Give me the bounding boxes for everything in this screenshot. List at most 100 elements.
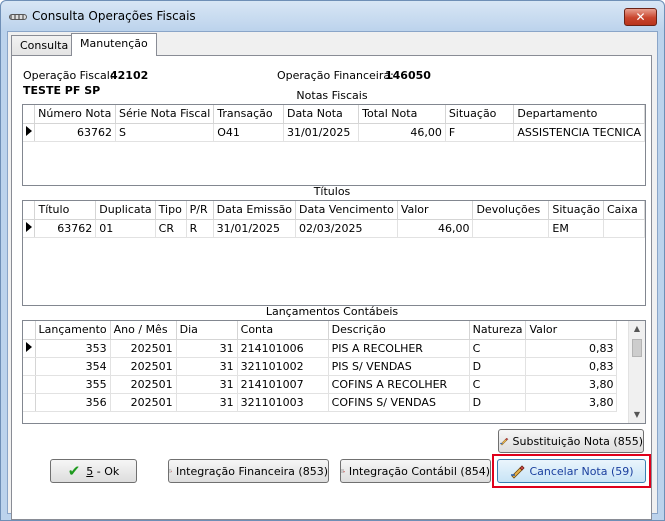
document-arrow-icon [341, 469, 345, 473]
column-header[interactable]: Data Emissão [213, 201, 297, 220]
current-row-arrow-icon [26, 221, 32, 232]
table-cell: 214101007 [237, 375, 329, 394]
app-icon [9, 14, 27, 20]
column-header[interactable]: Conta [237, 321, 329, 340]
column-header[interactable]: Descrição [328, 321, 470, 340]
table-cell: 3,80 [525, 393, 618, 412]
table-cell: C [469, 339, 527, 358]
title-bar[interactable]: Consulta Operações Fiscais ✕ [1, 1, 664, 31]
table-cell: 0,83 [525, 357, 618, 376]
table-cell: 214101006 [237, 339, 329, 358]
table-cell: D [469, 393, 527, 412]
current-row-arrow-icon [26, 341, 32, 352]
table-header-row: Título Duplicata Tipo P/R Data Emissão D… [23, 201, 646, 220]
column-header[interactable]: Valor [397, 201, 474, 220]
column-header[interactable]: P/R [186, 201, 214, 220]
table-row[interactable]: 353 202501 31 214101006 PIS A RECOLHER C… [23, 339, 618, 358]
table-cell: 202501 [110, 339, 177, 358]
table-cell: 31 [176, 393, 238, 412]
notas-fiscais-grid[interactable]: Número Nota Série Nota Fiscal Transação … [22, 104, 646, 186]
ok-button-label: 5 - Ok [86, 464, 120, 478]
tab-manutencao[interactable]: Manutenção [71, 33, 157, 56]
op-fiscal-value: 42102 [110, 69, 149, 82]
table-row[interactable]: 63762 01 CR R 31/01/2025 02/03/2025 46,0… [23, 219, 646, 238]
table-cell: 01 [95, 219, 156, 238]
column-header[interactable]: Situação [548, 201, 604, 220]
table-cell: 63762 [34, 219, 97, 238]
row-indicator [23, 123, 36, 142]
substituicao-nota-label: Substituição Nota (855) [512, 434, 643, 448]
column-header[interactable]: Natureza [469, 321, 527, 340]
table-cell: COFINS S/ VENDAS [328, 393, 470, 412]
table-row[interactable]: 354 202501 31 321101002 PIS S/ VENDAS D … [23, 357, 618, 376]
table-cell: EM [548, 219, 604, 238]
ok-button[interactable]: ✔ 5 - Ok [50, 459, 137, 483]
table-cell: PIS S/ VENDAS [328, 357, 470, 376]
column-header[interactable]: Dia [176, 321, 238, 340]
table-cell: 354 [35, 357, 111, 376]
edit-pencil-icon [500, 437, 509, 446]
table-cell: D [469, 357, 527, 376]
cancelar-nota-label: Cancelar Nota (59) [529, 464, 634, 478]
titulos-title: Títulos [313, 185, 351, 198]
op-financeira-value: 146050 [385, 69, 431, 82]
table-row[interactable]: 63762 S O41 31/01/2025 46,00 F ASSISTENC… [23, 123, 645, 142]
table-cell: R [186, 219, 214, 238]
notas-fiscais-title: Notas Fiscais [296, 89, 368, 102]
integracao-financeira-button[interactable]: Integração Financeira (853) [168, 459, 329, 483]
table-cell: 321101003 [237, 393, 329, 412]
table-cell: 202501 [110, 375, 177, 394]
column-header[interactable]: Devoluções [472, 201, 550, 220]
substituicao-nota-button[interactable]: Substituição Nota (855) [498, 429, 644, 453]
notas-fiscais-table: Número Nota Série Nota Fiscal Transação … [23, 105, 645, 142]
table-cell: COFINS A RECOLHER [328, 375, 470, 394]
column-header[interactable]: Tipo [155, 201, 187, 220]
row-indicator [23, 393, 36, 412]
table-cell: 202501 [110, 357, 177, 376]
scroll-down-icon[interactable]: ▼ [629, 407, 645, 423]
column-header[interactable]: Duplicata [95, 201, 156, 220]
row-indicator [23, 339, 36, 358]
lancamentos-scrollbar[interactable]: ▲ ▼ [628, 321, 645, 423]
table-cell: S [115, 123, 215, 142]
column-header[interactable]: Lançamento [35, 321, 111, 340]
column-header[interactable]: Departamento [513, 105, 645, 124]
cancelar-nota-button[interactable]: Cancelar Nota (59) [497, 459, 646, 483]
check-icon: ✔ [67, 462, 81, 480]
column-header[interactable]: Total Nota [358, 105, 446, 124]
table-row[interactable]: 355 202501 31 214101007 COFINS A RECOLHE… [23, 375, 618, 394]
titulos-grid[interactable]: Título Duplicata Tipo P/R Data Emissão D… [22, 200, 646, 306]
table-cell: PIS A RECOLHER [328, 339, 470, 358]
column-header[interactable]: Título [34, 201, 97, 220]
column-header[interactable]: Data Vencimento [295, 201, 398, 220]
integracao-contabil-label: Integração Contábil (854) [348, 464, 490, 478]
table-row[interactable]: 356 202501 31 321101003 COFINS S/ VENDAS… [23, 393, 618, 412]
document-arrow-icon [169, 469, 172, 473]
dialog-window: Consulta Operações Fiscais ✕ Consulta Ma… [0, 0, 665, 521]
column-header[interactable]: Transação [213, 105, 284, 124]
column-header[interactable]: Data Nota [283, 105, 360, 124]
column-header[interactable]: Situação [445, 105, 515, 124]
scroll-thumb[interactable] [632, 339, 642, 357]
row-indicator-header [23, 321, 36, 340]
table-cell: 0,83 [525, 339, 618, 358]
tab-consulta[interactable]: Consulta [11, 35, 78, 56]
scroll-up-icon[interactable]: ▲ [629, 321, 645, 337]
table-cell [603, 219, 646, 238]
column-header[interactable]: Ano / Mês [110, 321, 177, 340]
column-header[interactable]: Série Nota Fiscal [115, 105, 215, 124]
table-cell: 02/03/2025 [295, 219, 398, 238]
integracao-contabil-button[interactable]: Integração Contábil (854) [340, 459, 491, 483]
table-cell: 356 [35, 393, 111, 412]
column-header[interactable]: Valor [525, 321, 618, 340]
close-button[interactable]: ✕ [624, 8, 657, 26]
table-cell: 31 [176, 375, 238, 394]
table-cell: F [445, 123, 515, 142]
edit-pencil-icon [511, 465, 526, 479]
column-header[interactable]: Número Nota [34, 105, 116, 124]
table-cell: ASSISTENCIA TECNICA [513, 123, 645, 142]
row-indicator [23, 219, 36, 238]
lancamentos-grid[interactable]: Lançamento Ano / Mês Dia Conta Descrição… [22, 320, 646, 424]
lancamentos-title: Lançamentos Contábeis [265, 305, 399, 318]
column-header[interactable]: Caixa [603, 201, 646, 220]
